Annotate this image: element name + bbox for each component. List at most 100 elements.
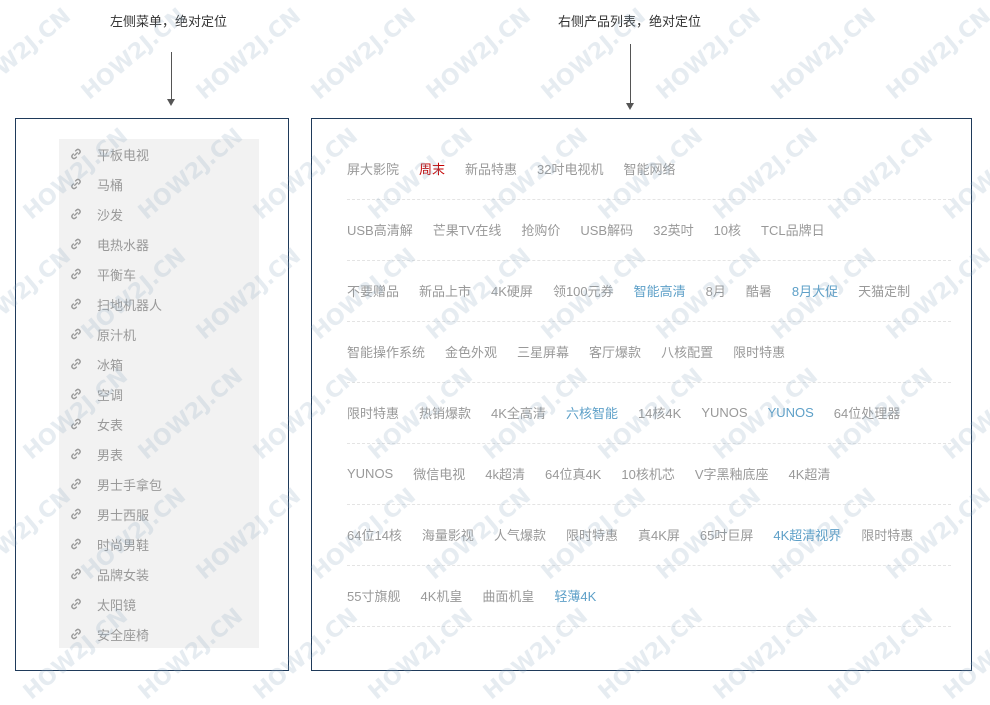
product-link[interactable]: 人气爆款 [494, 525, 546, 544]
product-link[interactable]: 8月大促 [792, 281, 838, 300]
link-icon [69, 537, 83, 551]
product-link[interactable]: 智能网络 [624, 159, 676, 178]
product-link[interactable]: 金色外观 [445, 342, 497, 361]
link-icon [69, 207, 83, 221]
product-link[interactable]: 微信电视 [413, 464, 465, 483]
product-link[interactable]: USB高清解 [347, 220, 413, 239]
product-link[interactable]: 4K全高清 [491, 403, 546, 422]
product-link[interactable]: 八核配置 [661, 342, 713, 361]
product-link[interactable]: 轻薄4K [554, 586, 596, 605]
menu-item-label: 男士西服 [97, 507, 150, 523]
product-link[interactable]: 10核机芯 [621, 464, 674, 483]
product-link[interactable]: 64位真4K [545, 464, 601, 483]
product-link[interactable]: 65吋巨屏 [700, 525, 753, 544]
menu-item-label: 平衡车 [97, 267, 137, 283]
product-row: 64位14核 海量影视 人气爆款 限时特惠 真4K屏 65吋巨屏 4K超清视界 限时特惠 [347, 504, 951, 566]
product-link[interactable]: 领100元券 [553, 281, 614, 300]
product-link[interactable]: 4K超清 [789, 464, 831, 483]
product-link[interactable]: 4K超清视界 [773, 525, 841, 544]
product-link[interactable]: 4k超清 [485, 464, 525, 483]
product-link[interactable]: 智能高清 [634, 281, 686, 300]
product-link[interactable]: 4K硬屏 [491, 281, 533, 300]
product-link[interactable]: 限时特惠 [861, 525, 913, 544]
menu-item-label: 男士手拿包 [97, 477, 163, 493]
menu-item[interactable]: 原汁机 [59, 319, 259, 349]
product-link[interactable]: 10核 [714, 220, 741, 239]
product-link[interactable]: 屏大影院 [347, 159, 399, 178]
left-menu-container: 平板电视马桶沙发电热水器平衡车扫地机器人 原汁机冰箱空调 女表男表男士手拿包男士西服… [15, 118, 289, 671]
product-link[interactable]: 芒果TV在线 [433, 220, 502, 239]
product-link[interactable]: 曲面机皇 [482, 586, 534, 605]
menu-item[interactable]: 品牌女装 [59, 559, 259, 589]
category-menu: 平板电视马桶沙发电热水器平衡车扫地机器人 原汁机冰箱空调 女表男表男士手拿包男士西服… [59, 139, 259, 648]
product-link[interactable]: 真4K屏 [638, 525, 680, 544]
product-link[interactable]: 8月 [706, 281, 726, 300]
product-link[interactable]: 抢购价 [521, 220, 560, 239]
product-link[interactable]: 64位14核 [347, 525, 402, 544]
product-link[interactable]: 限时特惠 [347, 403, 399, 422]
product-link[interactable]: USB解码 [580, 220, 633, 239]
menu-item[interactable]: 沙发 [59, 199, 259, 229]
menu-item-label: 时尚男鞋 [97, 537, 150, 553]
menu-item[interactable]: 马桶 [59, 169, 259, 199]
product-link[interactable]: 热销爆款 [419, 403, 471, 422]
product-link[interactable]: 海量影视 [422, 525, 474, 544]
menu-item-label: 冰箱 [97, 357, 124, 373]
link-icon [69, 357, 83, 371]
product-row: 智能操作系统 金色外观 三星屏幕 客厅爆款 八核配置 限时特惠 [347, 321, 951, 383]
product-link[interactable]: 周末 [419, 159, 445, 178]
product-link[interactable]: 新品上市 [419, 281, 471, 300]
watermark-text: HOW2J.CN [306, 3, 421, 105]
menu-item[interactable]: 平衡车 [59, 259, 259, 289]
menu-item-label: 电热水器 [97, 237, 150, 253]
watermark-text: HOW2J.CN [421, 3, 536, 105]
link-icon [69, 327, 83, 341]
product-link[interactable]: 不要赠品 [347, 281, 399, 300]
menu-item[interactable]: 太阳镜 [59, 589, 259, 619]
product-link[interactable]: 55寸旗舰 [347, 586, 400, 605]
product-link[interactable]: V字黑釉底座 [695, 464, 769, 483]
menu-item[interactable]: 男表 [59, 439, 259, 469]
menu-item[interactable]: 平板电视 [59, 139, 259, 169]
menu-item-label: 男表 [97, 447, 124, 463]
left-arrow [167, 52, 175, 106]
menu-item[interactable]: 空调 [59, 379, 259, 409]
menu-item[interactable]: 男士手拿包 [59, 469, 259, 499]
product-link[interactable]: 智能操作系统 [347, 342, 425, 361]
menu-item[interactable]: 女表 [59, 409, 259, 439]
product-link[interactable]: 64位处理器 [834, 403, 900, 422]
menu-item[interactable]: 扫地机器人 [59, 289, 259, 319]
product-link[interactable]: 新品特惠 [465, 159, 517, 178]
product-link[interactable]: 14核4K [638, 403, 681, 422]
watermark-text: HOW2J.CN [766, 3, 881, 105]
menu-item[interactable]: 冰箱 [59, 349, 259, 379]
product-link[interactable]: 六核智能 [566, 403, 618, 422]
product-link[interactable]: 限时特惠 [733, 342, 785, 361]
link-icon [69, 627, 83, 641]
product-link[interactable]: 天猫定制 [858, 281, 910, 300]
link-icon [69, 267, 83, 281]
product-link[interactable]: 客厅爆款 [589, 342, 641, 361]
product-list-container: 屏大影院 周末 新品特惠 32吋电视机 智能网络 USB高清解 芒果TV在线 抢购价 USB解码… [311, 118, 972, 671]
menu-item-label: 安全座椅 [97, 627, 150, 643]
product-row: USB高清解 芒果TV在线 抢购价 USB解码 32英吋 10核 TCL品牌日 [347, 199, 951, 261]
product-link[interactable]: 限时特惠 [566, 525, 618, 544]
product-link[interactable]: 三星屏幕 [517, 342, 569, 361]
menu-item[interactable]: 电热水器 [59, 229, 259, 259]
link-icon [69, 237, 83, 251]
link-icon [69, 507, 83, 521]
product-link[interactable]: YUNOS [768, 405, 814, 420]
product-link[interactable]: YUNOS [701, 405, 747, 420]
menu-item[interactable]: 安全座椅 [59, 619, 259, 649]
product-link[interactable]: 32吋电视机 [537, 159, 603, 178]
product-link[interactable]: TCL品牌日 [761, 220, 825, 239]
menu-item[interactable]: 时尚男鞋 [59, 529, 259, 559]
link-icon [69, 597, 83, 611]
product-link[interactable]: 4K机皇 [420, 586, 462, 605]
link-icon [69, 567, 83, 581]
menu-item[interactable]: 男士西服 [59, 499, 259, 529]
product-link[interactable]: YUNOS [347, 466, 393, 481]
product-link[interactable]: 酷暑 [746, 281, 772, 300]
menu-item-label: 马桶 [97, 177, 124, 193]
product-link[interactable]: 32英吋 [653, 220, 693, 239]
